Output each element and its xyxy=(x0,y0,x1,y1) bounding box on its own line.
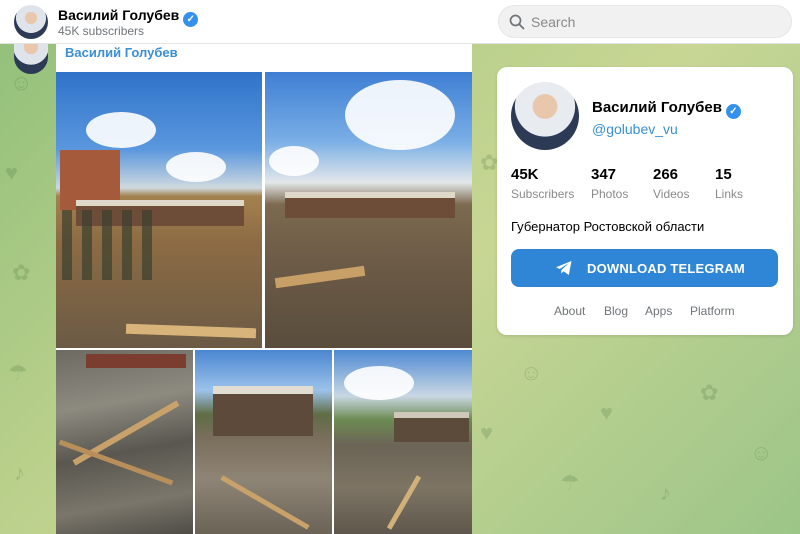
post-photo-5[interactable] xyxy=(334,350,472,534)
search-box[interactable] xyxy=(498,5,792,38)
footer-link-about[interactable]: About xyxy=(554,304,585,318)
post-photo-4[interactable] xyxy=(195,350,332,534)
download-telegram-button[interactable]: DOWNLOAD TELEGRAM xyxy=(511,249,778,287)
verified-icon: ✓ xyxy=(725,104,741,119)
stat-videos[interactable]: 266 Videos xyxy=(653,166,689,201)
channel-description: Губернатор Ростовской области xyxy=(511,219,705,234)
footer-link-apps[interactable]: Apps xyxy=(645,304,672,318)
date-label: July 28 xyxy=(212,10,254,25)
channel-title: Василий Голубев ✓ xyxy=(592,99,741,119)
post-photo-3[interactable] xyxy=(56,350,193,534)
stat-photos[interactable]: 347 Photos xyxy=(591,166,628,201)
search-icon xyxy=(509,14,525,30)
stat-subscribers: 45K Subscribers xyxy=(511,166,575,201)
channel-avatar-large xyxy=(511,82,579,150)
stat-links[interactable]: 15 Links xyxy=(715,166,743,201)
telegram-plane-icon xyxy=(556,261,572,275)
channel-avatar[interactable] xyxy=(14,5,48,39)
footer-link-blog[interactable]: Blog xyxy=(604,304,628,318)
subscriber-count: 45K subscribers xyxy=(58,24,145,38)
search-input[interactable] xyxy=(531,12,781,32)
channel-handle[interactable]: @golubev_vu xyxy=(592,121,678,137)
post-author[interactable]: Василий Голубев xyxy=(65,45,178,60)
top-bar: Василий Голубев ✓ 45K subscribers July 28 xyxy=(0,0,800,44)
post-author-avatar[interactable] xyxy=(14,44,48,74)
channel-info-card: Василий Голубев ✓ @golubev_vu 45K Subscri… xyxy=(497,67,793,335)
post-photo-1[interactable] xyxy=(56,72,262,348)
channel-post: Василий Голубев xyxy=(56,44,472,534)
post-photo-2[interactable] xyxy=(265,72,472,348)
footer-link-platform[interactable]: Platform xyxy=(690,304,735,318)
verified-icon: ✓ xyxy=(183,12,199,27)
